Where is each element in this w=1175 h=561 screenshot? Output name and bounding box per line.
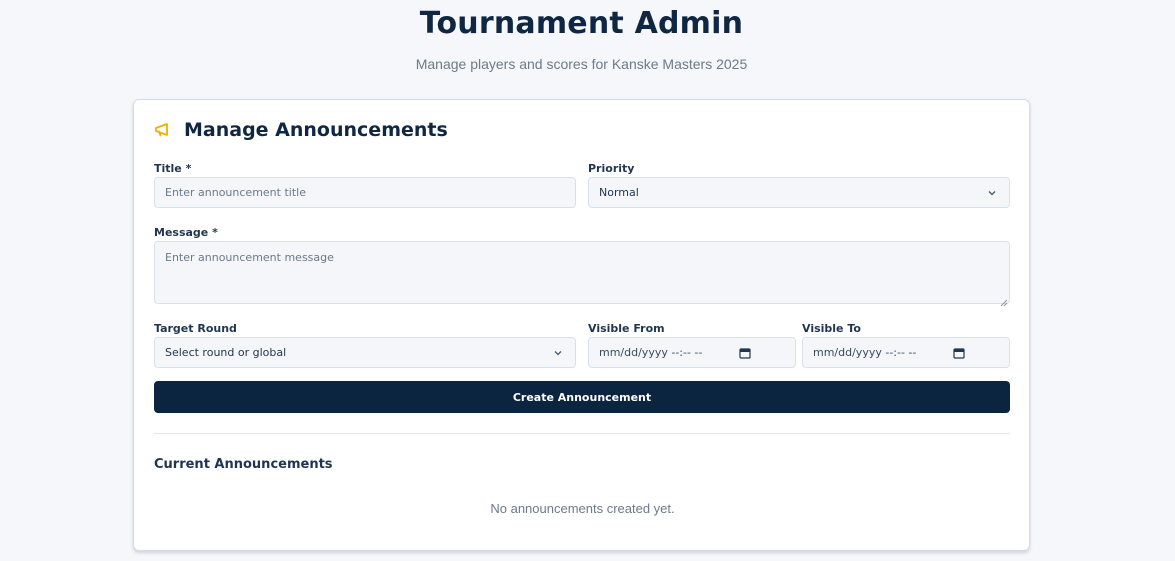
divider — [154, 433, 1010, 434]
empty-state-text: No announcements created yet. — [490, 501, 675, 516]
title-label: Title * — [154, 162, 192, 175]
priority-select[interactable]: Normal — [588, 177, 1010, 208]
target-round-label: Target Round — [154, 322, 237, 335]
calendar-icon[interactable] — [739, 347, 751, 359]
page-subtitle: Manage players and scores for Kanske Mas… — [415, 56, 748, 72]
target-round-selected-value: Select round or global — [165, 346, 287, 359]
priority-label: Priority — [588, 162, 635, 175]
current-announcements-title: Current Announcements — [154, 457, 333, 472]
resize-grip-icon[interactable] — [1000, 294, 1008, 307]
visible-from-input[interactable]: mm/dd/yyyy --:-- -- — [588, 337, 796, 368]
title-input[interactable] — [154, 177, 576, 208]
message-textarea[interactable] — [154, 241, 1010, 304]
card-header: Manage Announcements — [154, 119, 448, 141]
card-heading: Manage Announcements — [184, 119, 448, 141]
chevron-down-icon — [987, 188, 997, 198]
calendar-icon[interactable] — [953, 347, 965, 359]
megaphone-icon — [154, 122, 174, 138]
visible-from-label: Visible From — [588, 322, 665, 335]
priority-selected-value: Normal — [599, 186, 639, 199]
announcements-card: Manage Announcements Title * Priority No… — [133, 99, 1030, 551]
page-title: Tournament Admin — [419, 6, 744, 41]
visible-to-input[interactable]: mm/dd/yyyy --:-- -- — [802, 337, 1010, 368]
chevron-down-icon — [553, 348, 563, 358]
visible-to-value: mm/dd/yyyy --:-- -- — [813, 346, 917, 359]
visible-from-value: mm/dd/yyyy --:-- -- — [599, 346, 703, 359]
message-label: Message * — [154, 226, 218, 239]
visible-to-label: Visible To — [802, 322, 861, 335]
create-announcement-button[interactable]: Create Announcement — [154, 381, 1010, 413]
target-round-select[interactable]: Select round or global — [154, 337, 576, 368]
